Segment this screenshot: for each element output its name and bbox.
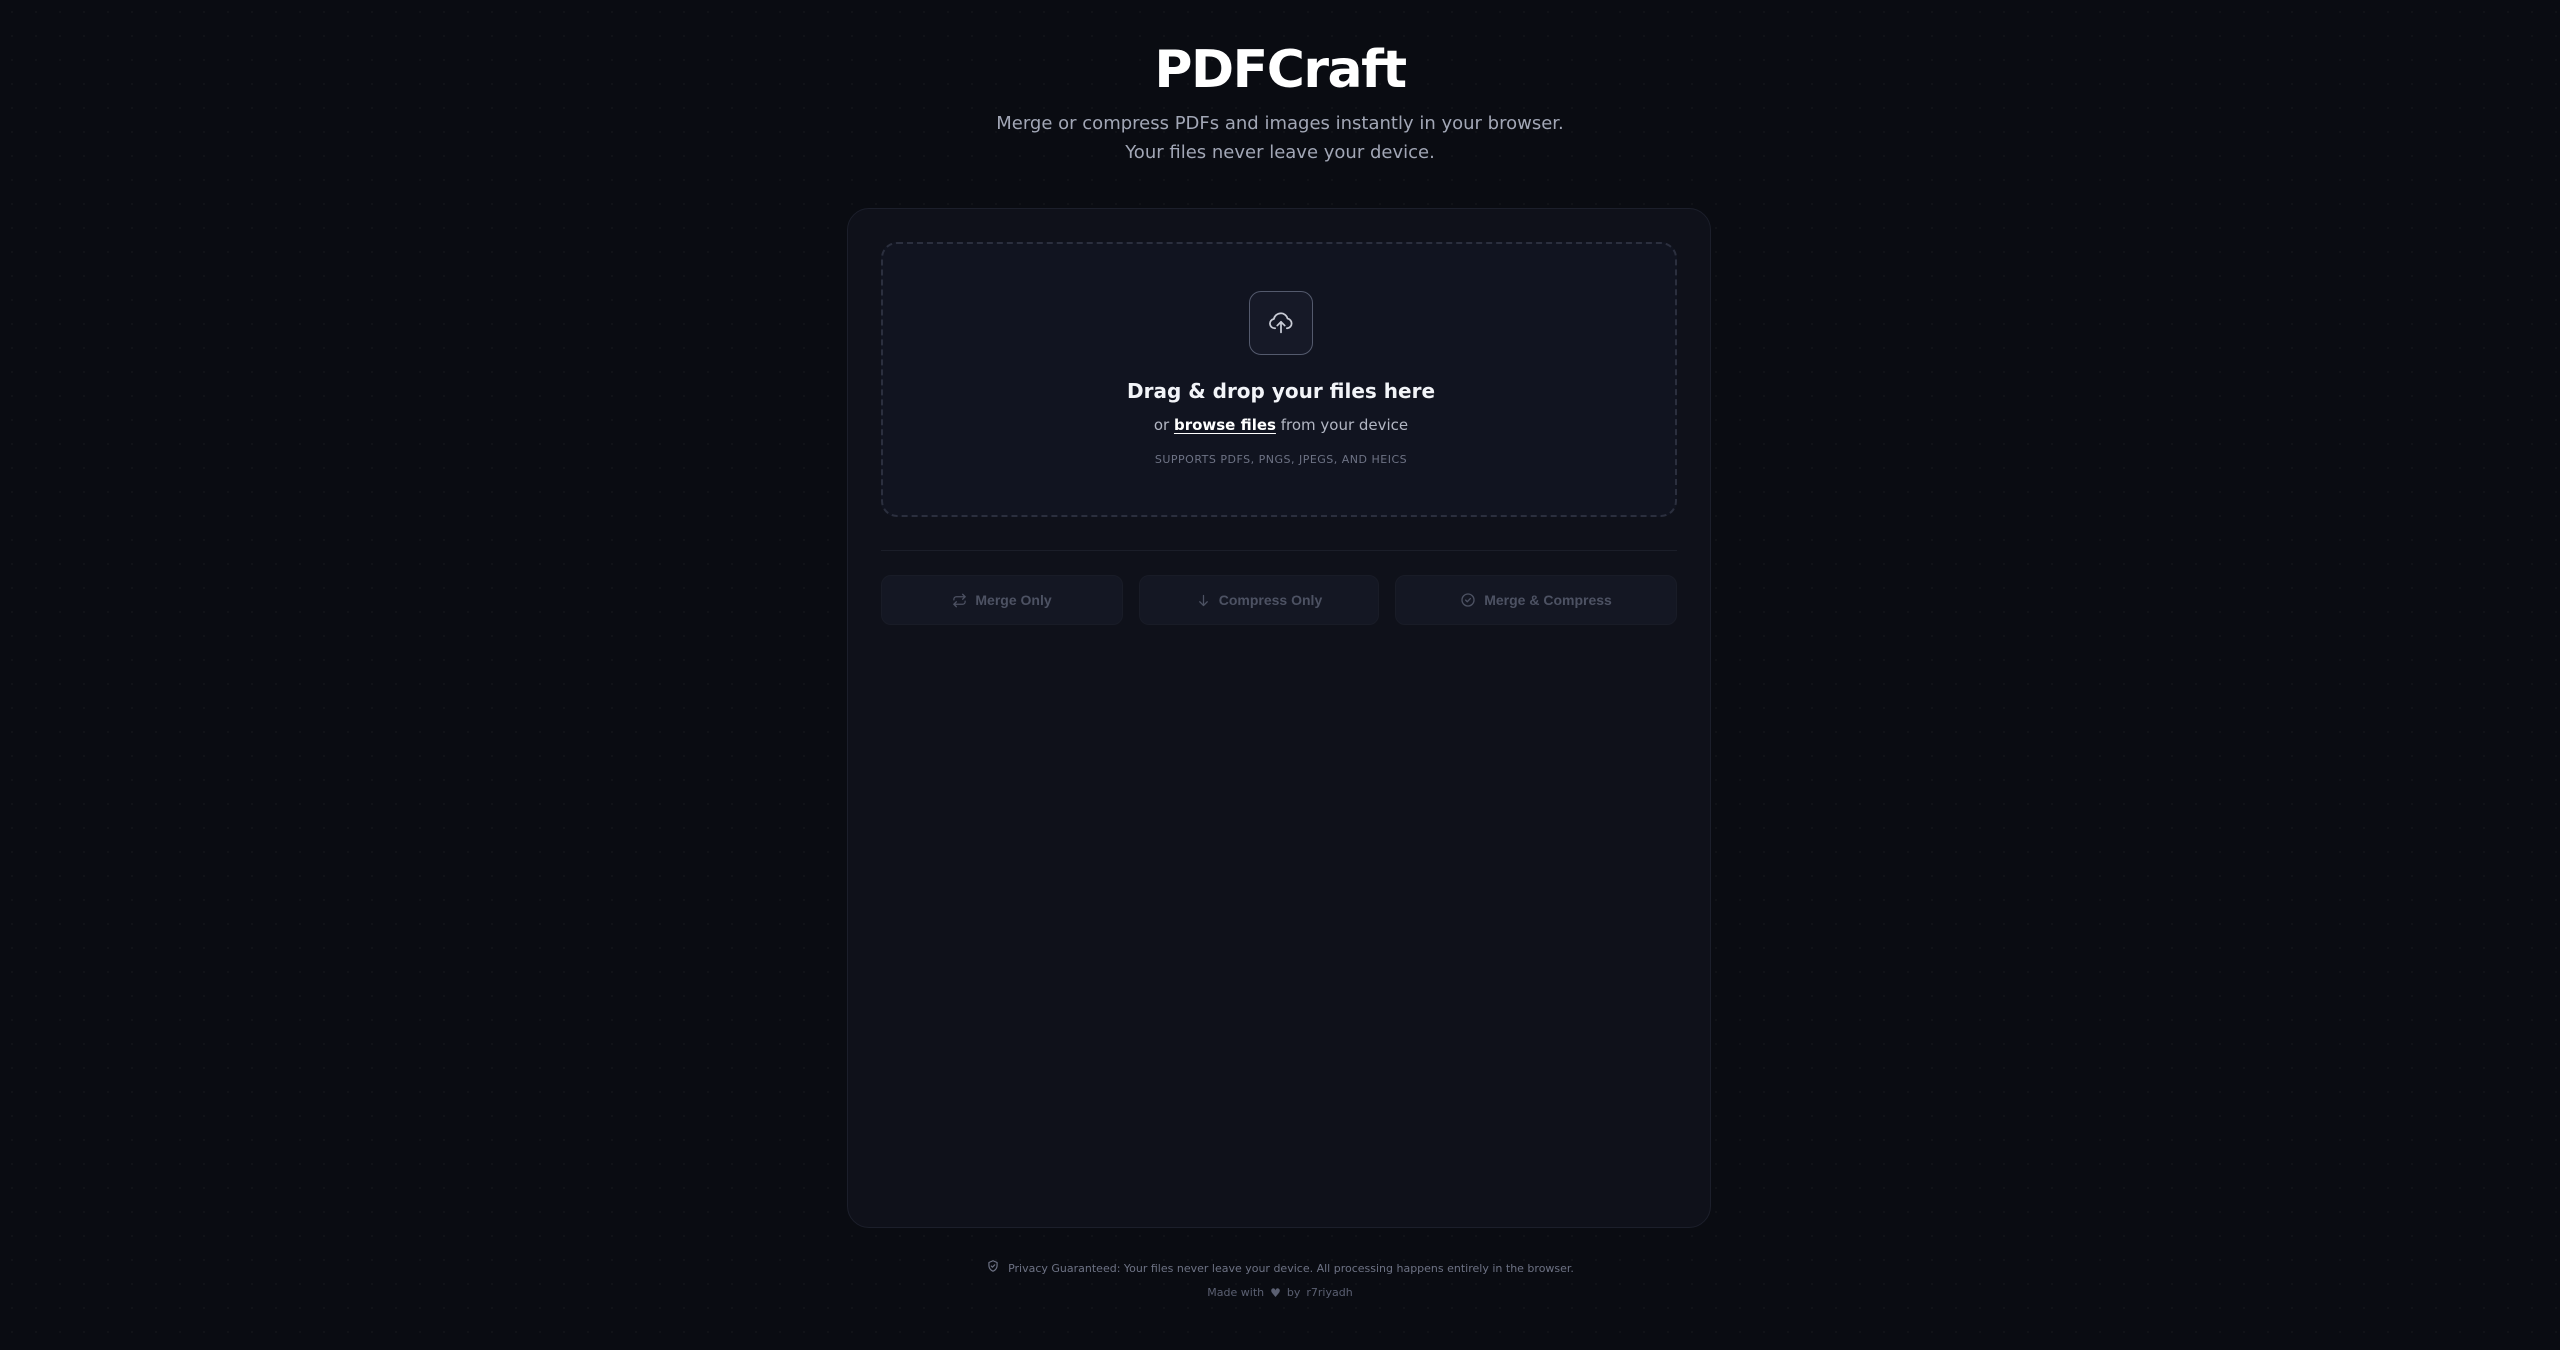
- dropzone-prefix: or: [1153, 416, 1170, 434]
- tool-card: Drag & drop your files here or browse fi…: [847, 208, 1711, 1228]
- app-title: PDFCraft: [1154, 40, 1407, 100]
- privacy-text: Privacy Guaranteed: Your files never lea…: [1008, 1261, 1574, 1275]
- privacy-notice: Privacy Guaranteed: Your files never lea…: [0, 1259, 2560, 1278]
- file-dropzone[interactable]: Drag & drop your files here or browse fi…: [881, 242, 1677, 517]
- merge-only-label: Merge Only: [975, 592, 1052, 608]
- cloud-upload-icon: [1249, 291, 1313, 355]
- dropzone-title: Drag & drop your files here: [1126, 379, 1436, 403]
- merge-and-compress-button[interactable]: Merge & Compress: [1395, 575, 1677, 625]
- merge-and-compress-label: Merge & Compress: [1484, 592, 1612, 608]
- author-link[interactable]: r7riyadh: [1306, 1285, 1352, 1301]
- compress-only-button[interactable]: Compress Only: [1139, 575, 1379, 625]
- check-circle-icon: [1460, 592, 1476, 608]
- supported-formats-note: SUPPORTS PDFS, PNGS, JPEGS, AND HEICS: [1154, 453, 1408, 466]
- tagline-line-2: Your files never leave your device.: [1125, 142, 1435, 163]
- made-with-text: Made with: [1207, 1286, 1265, 1299]
- section-divider: [881, 550, 1677, 551]
- dropzone-suffix: from your device: [1280, 416, 1409, 434]
- by-text: by: [1286, 1286, 1301, 1299]
- made-with-credit: Made with ♥ by r7riyadh: [0, 1285, 2560, 1301]
- merge-arrows-icon: [952, 593, 967, 608]
- shield-check-icon: [986, 1259, 1000, 1278]
- merge-only-button[interactable]: Merge Only: [881, 575, 1123, 625]
- compress-only-label: Compress Only: [1218, 592, 1323, 608]
- browse-files-link[interactable]: browse files: [1174, 416, 1276, 434]
- dropzone-subtitle: or browse files from your device: [883, 414, 1679, 436]
- tagline-line-1: Merge or compress PDFs and images instan…: [996, 113, 1564, 134]
- heart-icon: ♥: [1270, 1286, 1281, 1300]
- arrow-down-icon: [1196, 593, 1211, 608]
